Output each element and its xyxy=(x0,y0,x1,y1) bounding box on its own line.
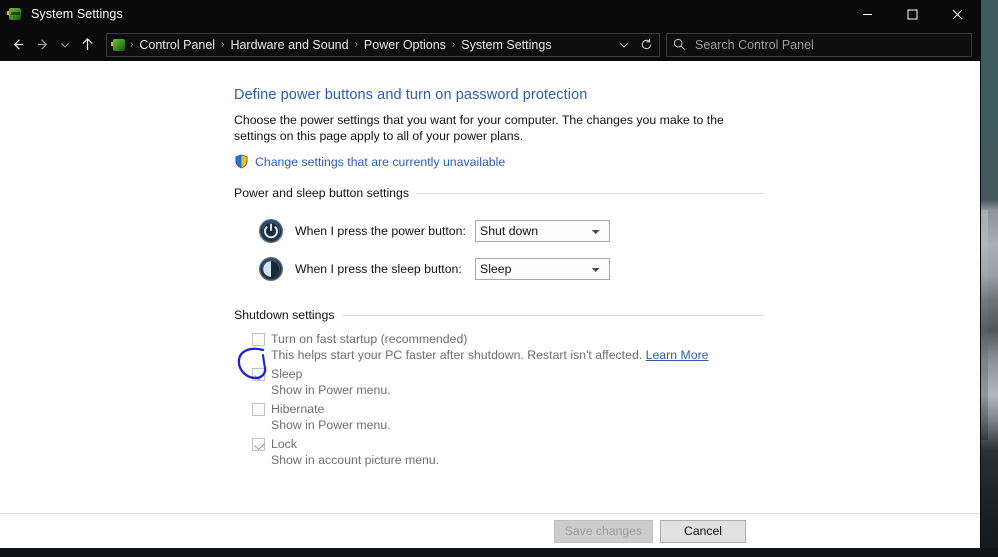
breadcrumb-item-power-options[interactable]: Power Options xyxy=(359,36,451,54)
maximize-icon[interactable] xyxy=(890,0,935,28)
group-divider xyxy=(341,314,764,316)
search-input[interactable] xyxy=(693,36,965,53)
address-chevron-down-icon[interactable] xyxy=(613,34,635,56)
power-button-setting-row: When I press the power button: Do nothin… xyxy=(258,212,764,250)
uac-link-row: Change settings that are currently unava… xyxy=(234,154,764,169)
sleep-description: Show in Power menu. xyxy=(271,383,391,397)
recent-locations-chevron-down-icon[interactable] xyxy=(56,32,74,58)
hibernate-checkbox[interactable] xyxy=(252,403,265,416)
fast-startup-row[interactable]: Turn on fast startup (recommended) xyxy=(252,331,764,347)
up-arrow-icon[interactable] xyxy=(74,32,100,58)
hibernate-row[interactable]: Hibernate xyxy=(252,401,764,417)
sleep-button-setting-row: When I press the sleep button: Do nothin… xyxy=(258,250,764,288)
title-bar: System Settings xyxy=(0,0,980,28)
fast-startup-block: Turn on fast startup (recommended) This … xyxy=(252,331,764,363)
page-title: Define power buttons and turn on passwor… xyxy=(234,87,588,103)
lock-block: Lock Show in account picture menu. xyxy=(252,436,764,468)
control-panel-icon xyxy=(7,6,23,22)
hibernate-block: Hibernate Show in Power menu. xyxy=(252,401,764,433)
learn-more-link[interactable]: Learn More xyxy=(646,348,709,362)
breadcrumb-item-control-panel[interactable]: Control Panel xyxy=(134,36,220,54)
fast-startup-checkbox[interactable] xyxy=(252,333,265,346)
hibernate-description: Show in Power menu. xyxy=(271,418,391,432)
navigation-bar: › Control Panel › Hardware and Sound › P… xyxy=(0,28,980,61)
sleep-button-icon xyxy=(258,256,284,282)
power-group-label: Power and sleep button settings xyxy=(234,186,410,200)
shield-icon xyxy=(234,154,249,169)
fast-startup-description: This helps start your PC faster after sh… xyxy=(252,347,764,363)
lock-label: Lock xyxy=(271,437,297,451)
window-title: System Settings xyxy=(31,7,123,21)
sleep-row[interactable]: Sleep xyxy=(252,366,764,382)
save-changes-button[interactable]: Save changes xyxy=(553,519,653,543)
address-bar[interactable]: › Control Panel › Hardware and Sound › P… xyxy=(106,32,660,57)
footer-bar: Save changes Cancel xyxy=(0,513,980,548)
lock-row[interactable]: Lock xyxy=(252,436,764,452)
search-box[interactable] xyxy=(666,32,972,57)
forward-arrow-icon[interactable] xyxy=(30,32,56,58)
breadcrumb: › Control Panel › Hardware and Sound › P… xyxy=(129,36,557,54)
group-divider xyxy=(416,192,764,194)
sleep-label: Sleep xyxy=(271,367,303,381)
lock-checkbox[interactable] xyxy=(252,438,265,451)
hibernate-label: Hibernate xyxy=(271,402,325,416)
minimize-icon[interactable] xyxy=(845,0,890,28)
close-icon[interactable] xyxy=(935,0,980,28)
sleep-button-action-select[interactable]: Do nothingSleepHibernateShut downTurn of… xyxy=(475,258,610,280)
content-area: Define power buttons and turn on passwor… xyxy=(0,61,980,513)
back-arrow-icon[interactable] xyxy=(4,32,30,58)
search-icon xyxy=(673,38,686,51)
system-settings-window: System Settings › Control Panel › Hardwa… xyxy=(0,0,980,548)
power-button-icon xyxy=(258,218,284,244)
breadcrumb-item-hardware-and-sound[interactable]: Hardware and Sound xyxy=(225,36,353,54)
cancel-button[interactable]: Cancel xyxy=(660,519,746,543)
breadcrumb-item-system-settings[interactable]: System Settings xyxy=(456,36,556,54)
lock-description: Show in account picture menu. xyxy=(271,453,440,467)
fast-startup-label: Turn on fast startup (recommended) xyxy=(271,332,468,346)
power-button-label: When I press the power button: xyxy=(295,224,466,238)
power-and-sleep-group: Power and sleep button settings When I p… xyxy=(234,186,764,288)
page-description: Choose the power settings that you want … xyxy=(234,113,724,143)
shutdown-settings-group: Shutdown settings Turn on fast startup (… xyxy=(234,308,764,468)
power-button-action-select[interactable]: Do nothingSleepHibernateShut downTurn of… xyxy=(475,220,610,242)
sleep-button-label: When I press the sleep button: xyxy=(295,262,462,276)
refresh-icon[interactable] xyxy=(635,34,657,56)
address-control-panel-icon xyxy=(111,37,127,53)
sleep-block: Sleep Show in Power menu. xyxy=(252,366,764,398)
window-controls xyxy=(845,0,980,28)
sleep-checkbox[interactable] xyxy=(252,368,265,381)
shutdown-group-label: Shutdown settings xyxy=(234,308,335,322)
change-settings-link[interactable]: Change settings that are currently unava… xyxy=(255,155,505,169)
taskbar xyxy=(0,548,998,557)
fast-startup-description-text: This helps start your PC faster after sh… xyxy=(271,348,643,362)
